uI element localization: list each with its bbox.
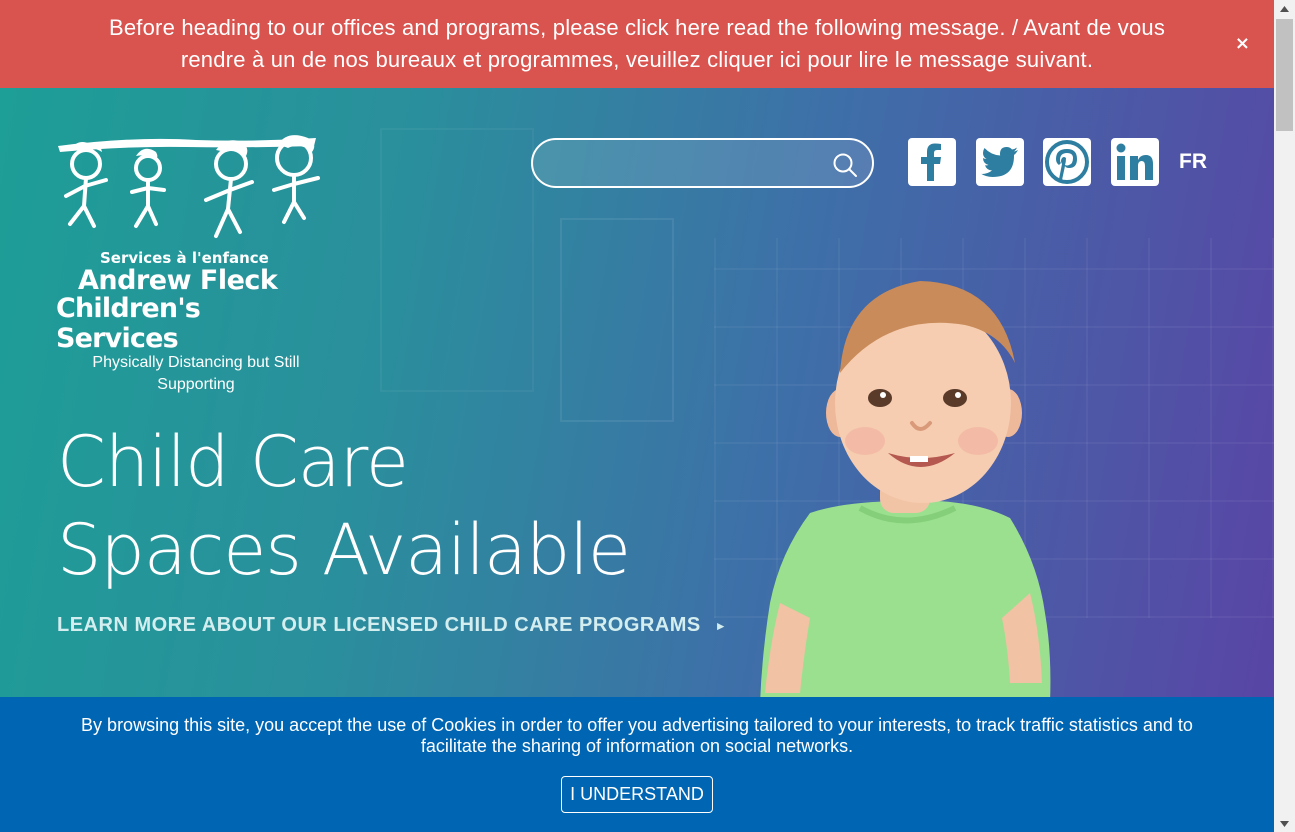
- logo-swoosh-icon: [58, 138, 316, 152]
- announcement-bar[interactable]: Before heading to our offices and progra…: [0, 0, 1274, 88]
- page-scrollbar[interactable]: [1274, 0, 1295, 832]
- twitter-link[interactable]: [976, 138, 1024, 186]
- logo-text-name: Andrew Fleck: [78, 265, 278, 296]
- learn-more-label: LEARN MORE ABOUT OUR LICENSED CHILD CARE…: [57, 614, 701, 636]
- accept-cookies-button[interactable]: I UNDERSTAND: [561, 776, 713, 813]
- headline-line-2: Spaces Available: [57, 509, 631, 591]
- headline-line-1: Child Care: [57, 421, 409, 503]
- close-icon[interactable]: ×: [1235, 34, 1250, 54]
- linkedin-link[interactable]: [1111, 138, 1159, 186]
- pinterest-link[interactable]: [1043, 138, 1091, 186]
- facebook-icon: [921, 143, 941, 181]
- search-icon[interactable]: [832, 152, 858, 178]
- logo-children-figures-icon: [64, 135, 320, 238]
- search-input[interactable]: [551, 148, 825, 180]
- language-toggle[interactable]: FR: [1179, 150, 1207, 174]
- background-window: [560, 218, 674, 422]
- hero-headline: Child Care Spaces Available: [57, 418, 631, 594]
- logo-text-services: Children's Services: [56, 293, 201, 354]
- baby-photo: [760, 281, 1051, 703]
- learn-more-link[interactable]: LEARN MORE ABOUT OUR LICENSED CHILD CARE…: [57, 614, 727, 637]
- linkedin-icon: [1116, 143, 1153, 180]
- logo-tagline: Physically Distancing but Still Supporti…: [92, 354, 300, 393]
- cookie-message: By browsing this site, you accept the us…: [81, 715, 1193, 756]
- announcement-message[interactable]: Before heading to our offices and progra…: [87, 12, 1187, 76]
- site-logo[interactable]: Services à l'enfance Andrew Fleck Childr…: [56, 134, 326, 404]
- background-window: [380, 128, 534, 392]
- scrollbar-thumb[interactable]: [1276, 19, 1293, 131]
- scroll-up-arrow-icon[interactable]: [1274, 0, 1295, 17]
- arrow-right-icon: ►: [714, 618, 728, 633]
- pinterest-icon: [1045, 140, 1089, 184]
- scroll-down-arrow-icon[interactable]: [1274, 815, 1295, 832]
- cookie-banner: By browsing this site, you accept the us…: [0, 697, 1274, 832]
- search-box[interactable]: [531, 138, 874, 188]
- twitter-icon: [981, 147, 1018, 177]
- facebook-link[interactable]: [908, 138, 956, 186]
